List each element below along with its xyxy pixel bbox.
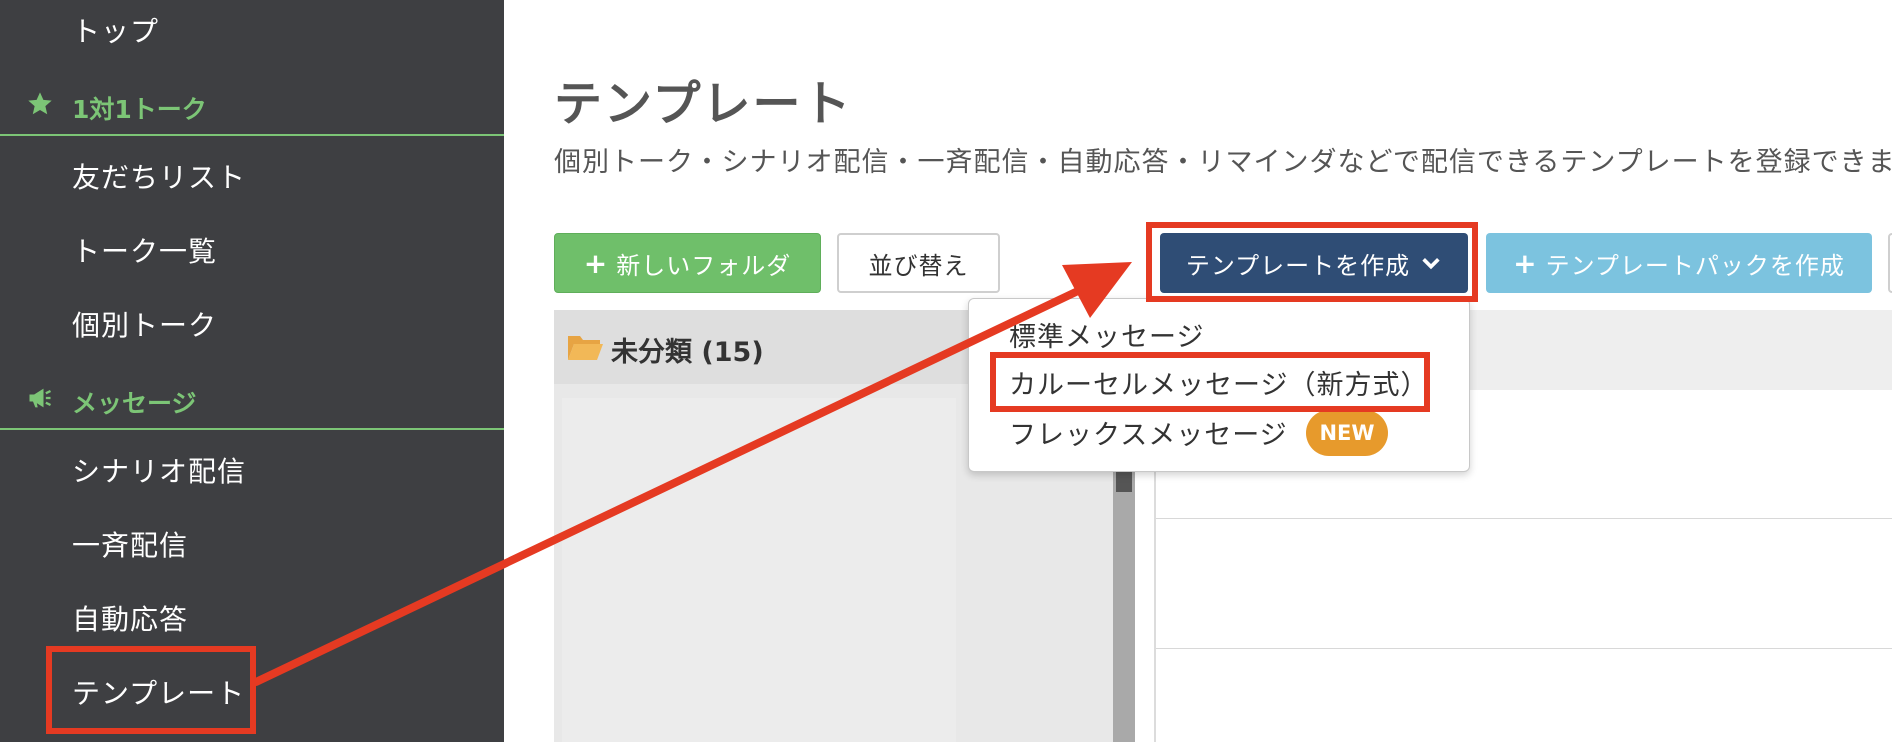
annotation-arrow [252,262,1132,686]
